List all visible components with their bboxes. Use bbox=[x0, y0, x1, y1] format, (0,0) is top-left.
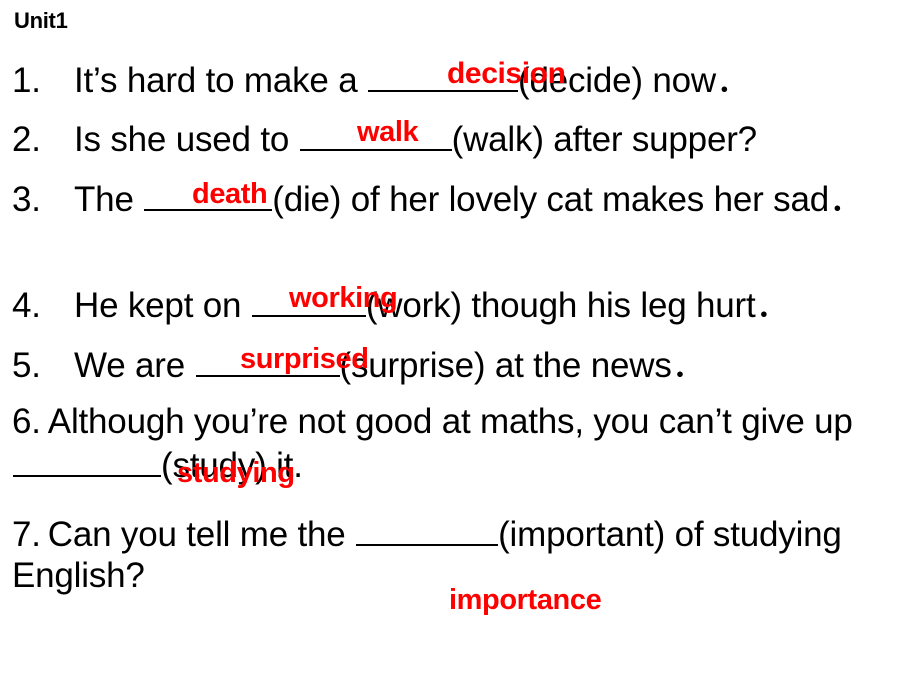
question-number-6: 6. bbox=[12, 402, 41, 441]
question-item-6: 6. Although you’re not good at maths, you… bbox=[12, 402, 914, 486]
answer-blank-7[interactable] bbox=[356, 512, 499, 547]
question-text-after-3: (die) of her lovely cat makes her sad． bbox=[272, 180, 864, 220]
answer-overlay-6: studying bbox=[177, 457, 295, 489]
question-number-2: 2. bbox=[12, 120, 41, 160]
question-number-7: 7. bbox=[12, 515, 41, 555]
worksheet-slide: Unit1 1. It’s hard to make a (decide) now… bbox=[0, 0, 920, 690]
answer-overlay-7: importance bbox=[449, 584, 602, 616]
question-text-before-4: He kept on bbox=[74, 286, 251, 326]
question-number-5: 5. bbox=[12, 346, 41, 386]
question-number-4: 4. bbox=[12, 286, 41, 326]
question-text-before-1: It’s hard to make a bbox=[74, 61, 368, 101]
question-text-after-2: (walk) after supper? bbox=[451, 120, 757, 160]
answer-overlay-5: surprised bbox=[240, 343, 369, 375]
question-item-3: 3. The (die) of her lovely cat makes her … bbox=[12, 177, 914, 221]
answer-overlay-2: walk bbox=[357, 116, 419, 148]
question-number-1: 1. bbox=[12, 61, 41, 101]
question-text-after-5: (surprise) at the news． bbox=[339, 346, 707, 386]
question-text-before-5: We are bbox=[74, 346, 195, 386]
question-text-before-2: Is she used to bbox=[74, 120, 299, 160]
question-number-3: 3. bbox=[12, 180, 41, 220]
answer-overlay-4: working bbox=[289, 282, 398, 314]
question-item-5: 5. We are (surprise) at the news． bbox=[12, 343, 914, 387]
question-text-before-6: Although you’re not good at maths, you c… bbox=[47, 402, 853, 441]
question-text-before-3: The bbox=[74, 180, 144, 220]
question-item-2: 2. Is she used to (walk) after supper? bbox=[12, 117, 914, 161]
page-title: Unit1 bbox=[14, 8, 68, 33]
question-text-before-7: Can you tell me the bbox=[47, 515, 356, 555]
question-item-4: 4. He kept on (work) though his leg hurt． bbox=[12, 283, 914, 327]
answer-overlay-3: death bbox=[192, 178, 268, 210]
answer-blank-6[interactable] bbox=[13, 443, 161, 477]
question-text-after-4: (work) though his leg hurt． bbox=[365, 286, 791, 326]
answer-overlay-1: decision bbox=[447, 57, 566, 90]
